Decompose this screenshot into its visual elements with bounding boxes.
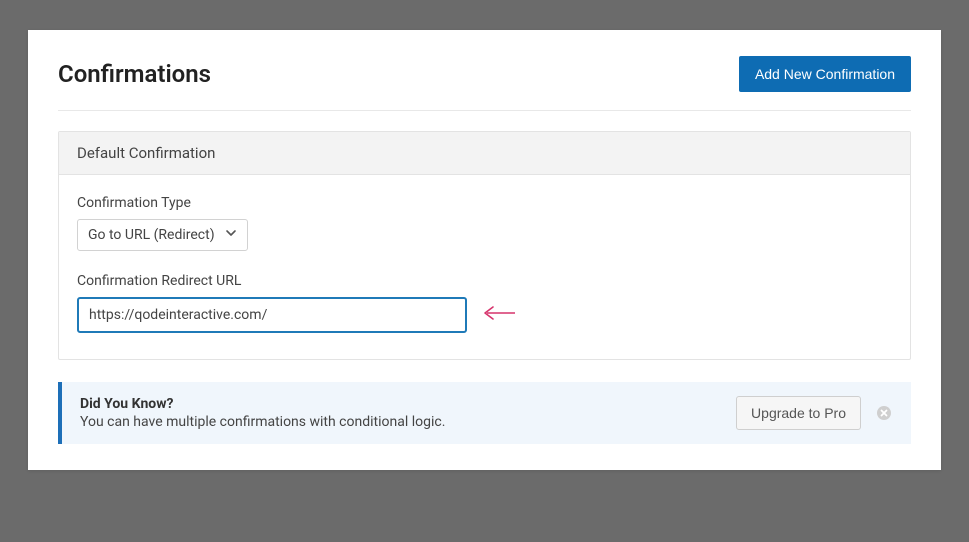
upgrade-to-pro-button[interactable]: Upgrade to Pro: [736, 396, 861, 430]
redirect-url-input[interactable]: [77, 297, 467, 333]
add-new-confirmation-button[interactable]: Add New Confirmation: [739, 56, 911, 92]
page-title: Confirmations: [58, 60, 211, 88]
settings-panel: Confirmations Add New Confirmation Defau…: [28, 30, 941, 470]
confirmation-type-value: Go to URL (Redirect): [88, 227, 215, 243]
notice-text: Did You Know? You can have multiple conf…: [80, 396, 445, 430]
redirect-url-label: Confirmation Redirect URL: [77, 273, 892, 289]
confirmation-type-label: Confirmation Type: [77, 195, 892, 211]
card-header: Default Confirmation: [59, 132, 910, 175]
redirect-url-group: Confirmation Redirect URL: [77, 273, 892, 333]
arrow-left-icon: [481, 304, 517, 326]
card-body: Confirmation Type Go to URL (Redirect) C…: [59, 175, 910, 359]
notice-body: You can have multiple confirmations with…: [80, 414, 445, 430]
chevron-down-icon: [225, 227, 237, 243]
url-row: [77, 297, 892, 333]
confirmation-type-select[interactable]: Go to URL (Redirect): [77, 219, 248, 251]
confirmation-card: Default Confirmation Confirmation Type G…: [58, 131, 911, 360]
close-icon[interactable]: [875, 404, 893, 422]
confirmation-type-group: Confirmation Type Go to URL (Redirect): [77, 195, 892, 251]
upgrade-notice: Did You Know? You can have multiple conf…: [58, 382, 911, 444]
header-row: Confirmations Add New Confirmation: [58, 56, 911, 111]
notice-title: Did You Know?: [80, 396, 445, 412]
notice-actions: Upgrade to Pro: [736, 396, 893, 430]
